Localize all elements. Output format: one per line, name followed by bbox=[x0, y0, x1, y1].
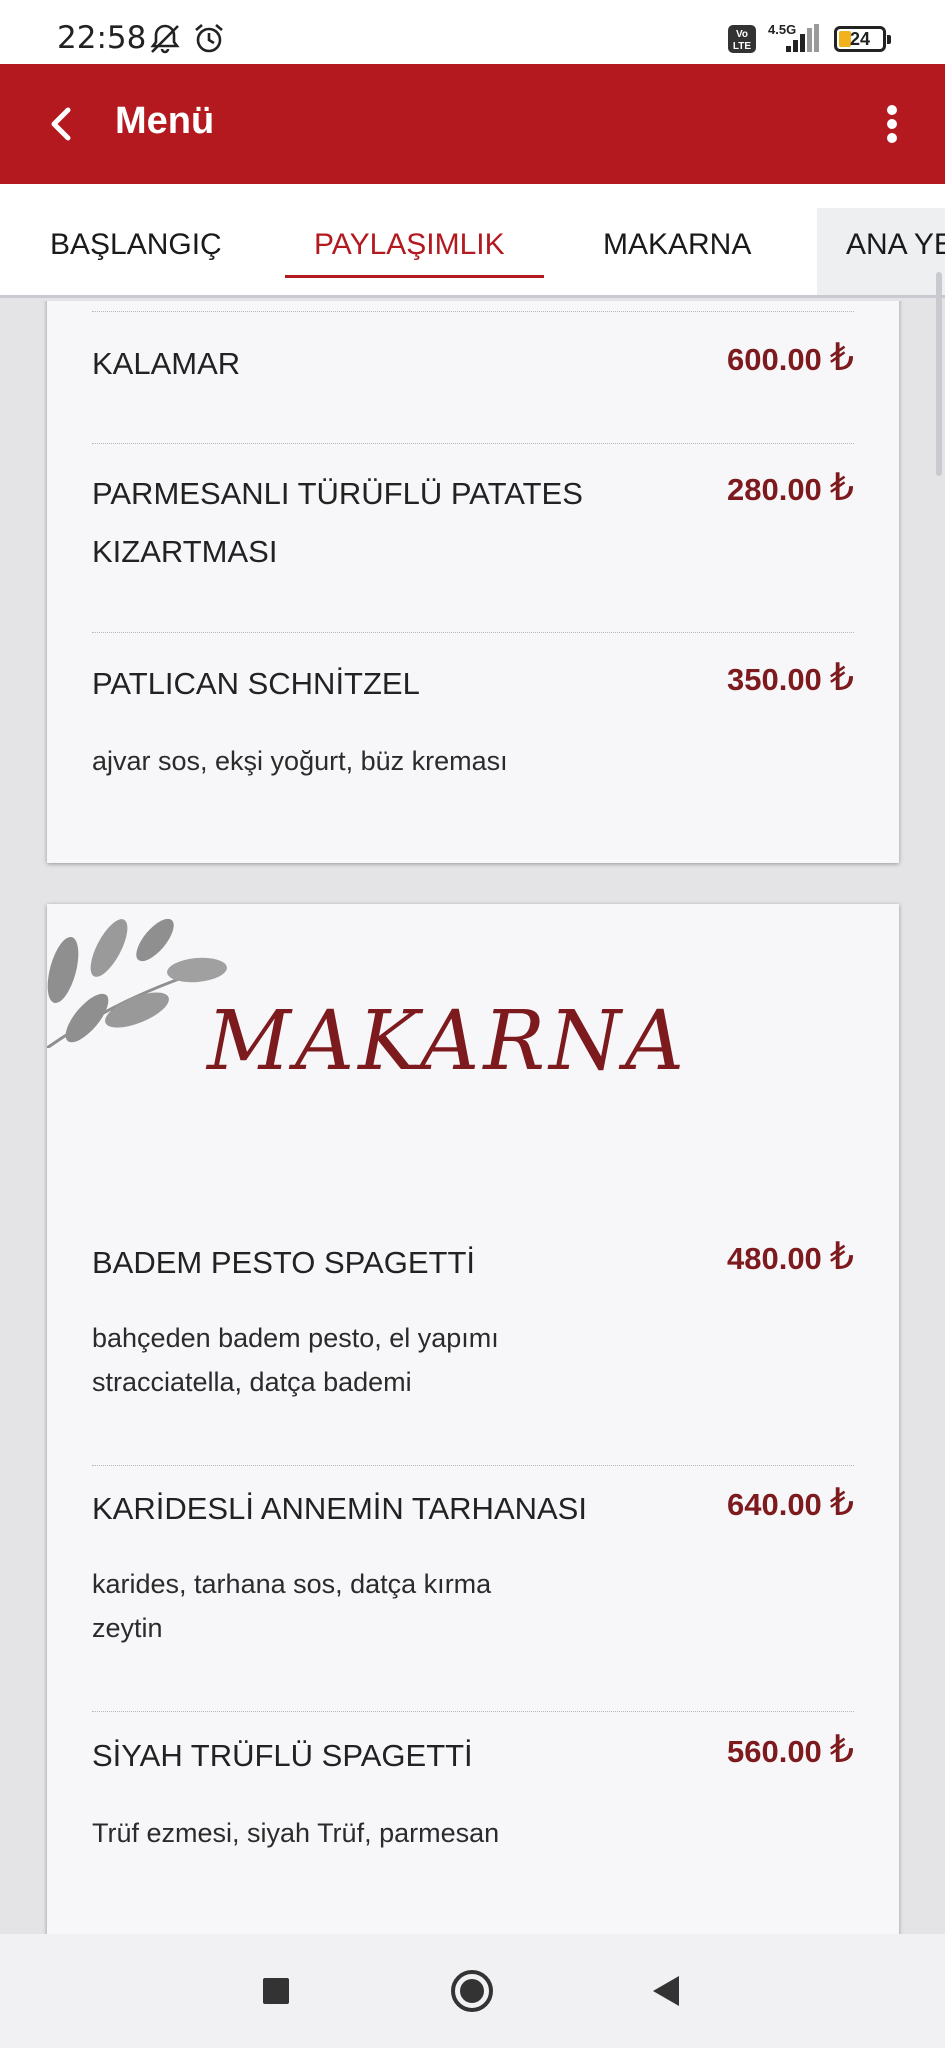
menu-item[interactable]: SİYAH TRÜFLÜ SPAGETTİ 560.00 ₺ Trüf ezmes… bbox=[92, 1719, 854, 1919]
category-tabs: BAŞLANGIÇ PAYLAŞIMLIK MAKARNA ANA YEMEK bbox=[0, 184, 945, 298]
signal-icon bbox=[782, 24, 822, 59]
tab-paylasimlik[interactable]: PAYLAŞIMLIK bbox=[314, 228, 505, 262]
leaf-decoration-icon bbox=[46, 918, 227, 1050]
svg-text:LTE: LTE bbox=[733, 41, 751, 52]
item-price: 600.00 ₺ bbox=[726, 337, 854, 379]
tab-ana-yemek[interactable]: ANA YEMEK bbox=[846, 228, 945, 262]
item-divider bbox=[92, 632, 854, 633]
battery-icon: 24 bbox=[834, 26, 891, 52]
alarm-icon bbox=[192, 22, 226, 61]
back-triangle-icon[interactable] bbox=[645, 1968, 691, 2014]
volte-icon: Vo LTE bbox=[727, 24, 757, 59]
item-name: KARİDESLİ ANNEMİN TARHANASI bbox=[92, 1491, 587, 1526]
item-divider bbox=[92, 1465, 854, 1466]
menu-content[interactable]: KALAMAR 600.00 ₺ PARMESANLI TÜRÜFLÜ PATAT… bbox=[0, 301, 945, 1934]
svg-text:Vo: Vo bbox=[736, 29, 748, 40]
menu-card-paylasimlik: KALAMAR 600.00 ₺ PARMESANLI TÜRÜFLÜ PATAT… bbox=[47, 301, 899, 863]
system-nav-bar bbox=[0, 1934, 945, 2048]
status-time: 22:58 bbox=[57, 20, 147, 56]
status-bar: 22:58 Vo LTE 4.5G 24 bbox=[0, 0, 945, 64]
tab-baslangic[interactable]: BAŞLANGIÇ bbox=[50, 228, 222, 262]
menu-item[interactable]: KALAMAR 600.00 ₺ bbox=[92, 327, 854, 427]
more-vertical-icon[interactable] bbox=[870, 94, 914, 154]
item-name: KALAMAR bbox=[92, 346, 241, 381]
item-name: PARMESANLI TÜRÜFLÜ PATATES KIZARTMASI bbox=[92, 476, 583, 569]
menu-item[interactable]: PATLICAN SCHNİTZEL 350.00 ₺ ajvar sos, ek… bbox=[92, 647, 854, 847]
item-name: BADEM PESTO SPAGETTİ bbox=[92, 1245, 475, 1280]
item-description: bahçeden badem pesto, el yapımı straccia… bbox=[92, 1323, 499, 1397]
item-divider bbox=[92, 311, 854, 312]
chevron-left-icon[interactable] bbox=[34, 94, 94, 154]
item-divider bbox=[92, 443, 854, 444]
item-description: karides, tarhana sos, datça kırma zeytin bbox=[92, 1569, 492, 1643]
menu-item[interactable]: KARİDESLİ ANNEMİN TARHANASI 640.00 ₺ kari… bbox=[92, 1472, 854, 1682]
home-circle-icon[interactable] bbox=[449, 1968, 495, 2014]
item-divider bbox=[92, 1711, 854, 1712]
menu-item[interactable]: PARMESANLI TÜRÜFLÜ PATATES KIZARTMASI 28… bbox=[92, 457, 854, 627]
recents-square-icon[interactable] bbox=[253, 1968, 299, 2014]
item-price: 350.00 ₺ bbox=[726, 657, 854, 699]
battery-level: 24 bbox=[850, 29, 871, 49]
item-description: Trüf ezmesi, siyah Trüf, parmesan bbox=[92, 1818, 500, 1848]
item-description: ajvar sos, ekşi yoğurt, büz kreması bbox=[92, 746, 508, 776]
menu-item[interactable]: BADEM PESTO SPAGETTİ 480.00 ₺ bahçeden ba… bbox=[92, 1226, 854, 1436]
item-name: PATLICAN SCHNİTZEL bbox=[92, 666, 420, 701]
item-price: 640.00 ₺ bbox=[726, 1482, 854, 1524]
page-title: Menü bbox=[115, 100, 215, 142]
active-tab-indicator bbox=[285, 275, 544, 278]
tab-makarna[interactable]: MAKARNA bbox=[603, 228, 751, 262]
item-price: 480.00 ₺ bbox=[726, 1236, 854, 1278]
item-price: 280.00 ₺ bbox=[726, 467, 854, 509]
item-name: SİYAH TRÜFLÜ SPAGETTİ bbox=[92, 1738, 473, 1773]
item-price: 560.00 ₺ bbox=[726, 1729, 854, 1771]
mute-icon bbox=[148, 22, 182, 61]
menu-card-makarna: MAKARNA BADEM PESTO SPAGETTİ 480.00 ₺ bah… bbox=[46, 904, 899, 1934]
app-bar: Menü bbox=[0, 64, 945, 184]
section-title: MAKARNA bbox=[207, 994, 689, 1089]
scrollbar[interactable] bbox=[936, 272, 942, 476]
